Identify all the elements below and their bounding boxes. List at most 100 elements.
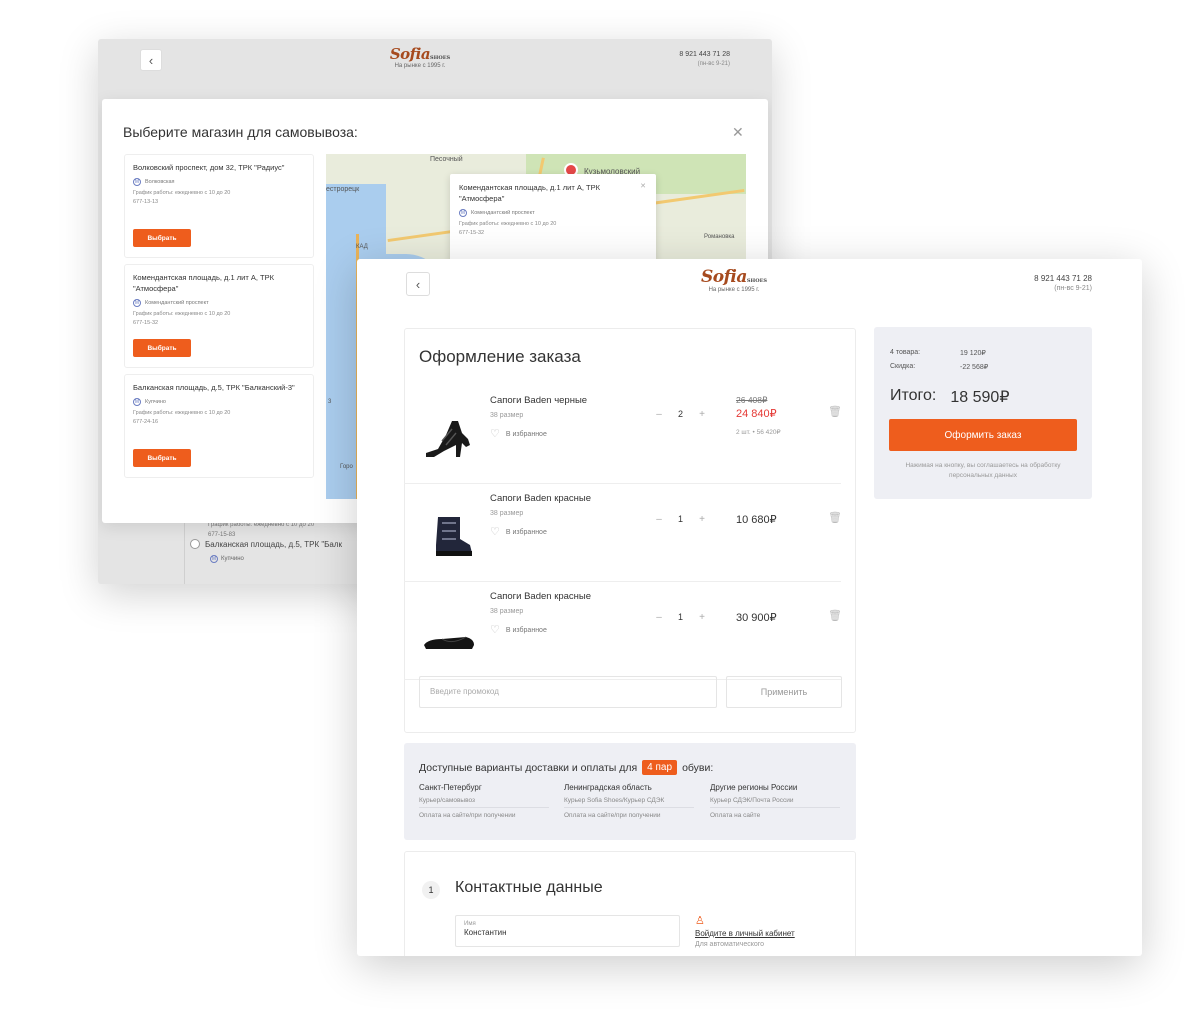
minus-icon[interactable]: – [652, 512, 666, 526]
contact-phone[interactable]: 8 921 443 71 28 (пн-вс 9-21) [650, 50, 730, 68]
logo[interactable]: SofiaSHOES На рынке с 1995 г. [380, 45, 460, 69]
delivery-column: Другие регионы России Курьер СДЭК/Почта … [710, 783, 840, 819]
map-popup: ✕ Комендантская площадь, д.1 лит А, ТРК … [450, 174, 656, 264]
store-address: Комендантская площадь, д.1 лит А, ТРК "А… [133, 273, 274, 293]
contact-phone[interactable]: 8 921 443 71 28 (пн-вс 9-21) [1007, 273, 1092, 294]
phone-number[interactable]: 8 921 443 71 28 [650, 50, 730, 60]
delivery-method: Курьер Sofia Shoes/Курьер СДЭК [564, 797, 694, 808]
promo-input[interactable]: Введите промокод [419, 676, 717, 708]
add-to-favorites[interactable]: ♡ В избранное [490, 527, 547, 538]
item-name[interactable]: Сапоги Baden красные [490, 591, 591, 602]
delivery-heading-text: Доступные варианты доставки и оплаты для [419, 761, 638, 774]
product-image[interactable] [422, 415, 476, 461]
plus-icon[interactable]: + [695, 407, 709, 421]
metro: M Купчино [210, 555, 244, 563]
add-to-favorites[interactable]: ♡ В избранное [490, 625, 547, 636]
heart-icon: ♡ [490, 428, 500, 440]
metro-icon: M [133, 397, 141, 406]
delivery-method: Курьер/самовывоз [419, 797, 549, 808]
trash-icon[interactable]: 🗑 [828, 609, 842, 622]
popup-hours: График работы: ежедневно с 10 до 20 [459, 220, 557, 227]
metro-name: Купчино [221, 556, 244, 562]
total-value: 18 590₽ [950, 389, 1010, 406]
delivery-method: Курьер СДЭК/Почта России [710, 797, 840, 808]
quantity-stepper[interactable]: – 2 + [652, 407, 709, 421]
store-phone: 677-24-16 [133, 418, 159, 425]
phone-number[interactable]: 8 921 443 71 28 [1007, 273, 1092, 284]
store-card[interactable]: Комендантская площадь, д.1 лит А, ТРК "А… [124, 264, 314, 368]
map-label: 3 [328, 399, 332, 405]
region-name: Санкт-Петербург [419, 783, 482, 792]
price-note: 2 шт. • 56 420₽ [736, 429, 781, 436]
store-phone: 677-13-13 [133, 198, 159, 205]
store-list[interactable]: Волковский проспект, дом 32, ТРК "Радиус… [124, 154, 314, 499]
quantity-stepper[interactable]: – 1 + [652, 610, 709, 624]
delivery-heading-tail: обуви: [682, 761, 714, 774]
close-icon[interactable]: ✕ [732, 124, 744, 141]
login-link[interactable]: Войдите в личный кабинет [695, 929, 795, 938]
chevron-left-icon: ‹ [415, 276, 421, 292]
cart-item: Сапоги Baden красные 38 размер ♡ В избран… [404, 583, 842, 680]
map-label: КАД [356, 244, 368, 250]
store-hours: График работы: ежедневно с 10 до 20 [133, 189, 231, 196]
logo-suffix: SHOES [746, 278, 768, 284]
logo-tagline: На рынке с 1995 г. [708, 287, 760, 293]
apply-promo-button[interactable]: Применить [726, 676, 842, 708]
minus-icon[interactable]: – [652, 610, 666, 624]
choose-store-button[interactable]: Выбрать [133, 449, 191, 467]
checkout-button[interactable]: Оформить заказ [889, 419, 1077, 451]
popup-address: Комендантская площадь, д.1 лит А, ТРК "А… [459, 183, 600, 203]
contact-panel: 1 Контактные данные Имя Константин ♙ Вой… [404, 851, 856, 956]
item-price: 30 900₽ [736, 612, 777, 624]
favorites-label: В избранное [505, 431, 547, 438]
choose-store-button[interactable]: Выбрать [133, 339, 191, 357]
store-card[interactable]: Балканская площадь, д.5, ТРК "Балканский… [124, 374, 314, 478]
quantity-value: 1 [678, 612, 684, 622]
divider [184, 519, 185, 584]
pairs-badge: 4 пар [642, 760, 678, 775]
field-value[interactable]: Константин [464, 928, 671, 937]
quantity-stepper[interactable]: – 1 + [652, 512, 709, 526]
cart-item: Сапоги Baden красные 38 размер ♡ В избран… [404, 485, 842, 582]
trash-icon[interactable]: 🗑 [828, 511, 842, 524]
minus-icon[interactable]: – [652, 407, 666, 421]
trash-icon[interactable]: 🗑 [828, 405, 842, 418]
close-icon[interactable]: ✕ [640, 182, 646, 190]
map-label: естрорецк [326, 186, 360, 193]
page-title: Оформление заказа [419, 347, 581, 366]
login-block: ♙ Войдите в личный кабинет Для автоматич… [695, 914, 795, 948]
back-button[interactable]: ‹ [406, 272, 430, 296]
field-label: Имя [464, 921, 476, 927]
choose-store-button[interactable]: Выбрать [133, 229, 191, 247]
delivery-column: Санкт-Петербург Курьер/самовывоз Оплата … [419, 783, 549, 819]
delivery-heading: Доступные варианты доставки и оплаты для… [419, 760, 713, 775]
metro: M Комендантский проспект [459, 208, 647, 217]
map-label: Песочный [430, 156, 463, 163]
store-radio[interactable] [190, 539, 200, 549]
product-image[interactable] [422, 513, 476, 559]
item-name[interactable]: Сапоги Baden красные [490, 493, 591, 504]
step-number: 1 [422, 881, 440, 899]
delivery-column: Ленинградская область Курьер Sofia Shoes… [564, 783, 694, 819]
item-size: 38 размер [490, 412, 524, 419]
store-phone: 677-15-32 [133, 319, 159, 326]
name-field[interactable]: Имя Константин [455, 915, 680, 947]
store-card[interactable]: Волковский проспект, дом 32, ТРК "Радиус… [124, 154, 314, 258]
metro: M Купчино [133, 397, 305, 406]
logo[interactable]: SofiaSHOES На рынке с 1995 г. [695, 267, 773, 293]
consent-text: Нажимая на кнопку, вы соглашаетесь на об… [905, 462, 1061, 479]
quantity-value: 2 [678, 409, 684, 419]
add-to-favorites[interactable]: ♡ В избранное [490, 429, 547, 440]
product-image[interactable] [422, 611, 476, 657]
plus-icon[interactable]: + [695, 512, 709, 526]
user-icon: ♙ [695, 915, 705, 927]
store-address: Волковский проспект, дом 32, ТРК "Радиус… [133, 163, 285, 172]
phone-hours: (пн-вс 9-21) [697, 60, 730, 67]
header: ‹ SofiaSHOES На рынке с 1995 г. 8 921 44… [98, 39, 772, 99]
back-button[interactable]: ‹ [140, 49, 162, 71]
item-name[interactable]: Сапоги Baden черные [490, 395, 587, 406]
store-option[interactable]: Балканская площадь, д.5, ТРК "Балк [190, 539, 342, 549]
payment-method: Оплата на сайте [710, 812, 761, 819]
store-address: Балканская площадь, д.5, ТРК "Балканский… [133, 383, 295, 392]
plus-icon[interactable]: + [695, 610, 709, 624]
